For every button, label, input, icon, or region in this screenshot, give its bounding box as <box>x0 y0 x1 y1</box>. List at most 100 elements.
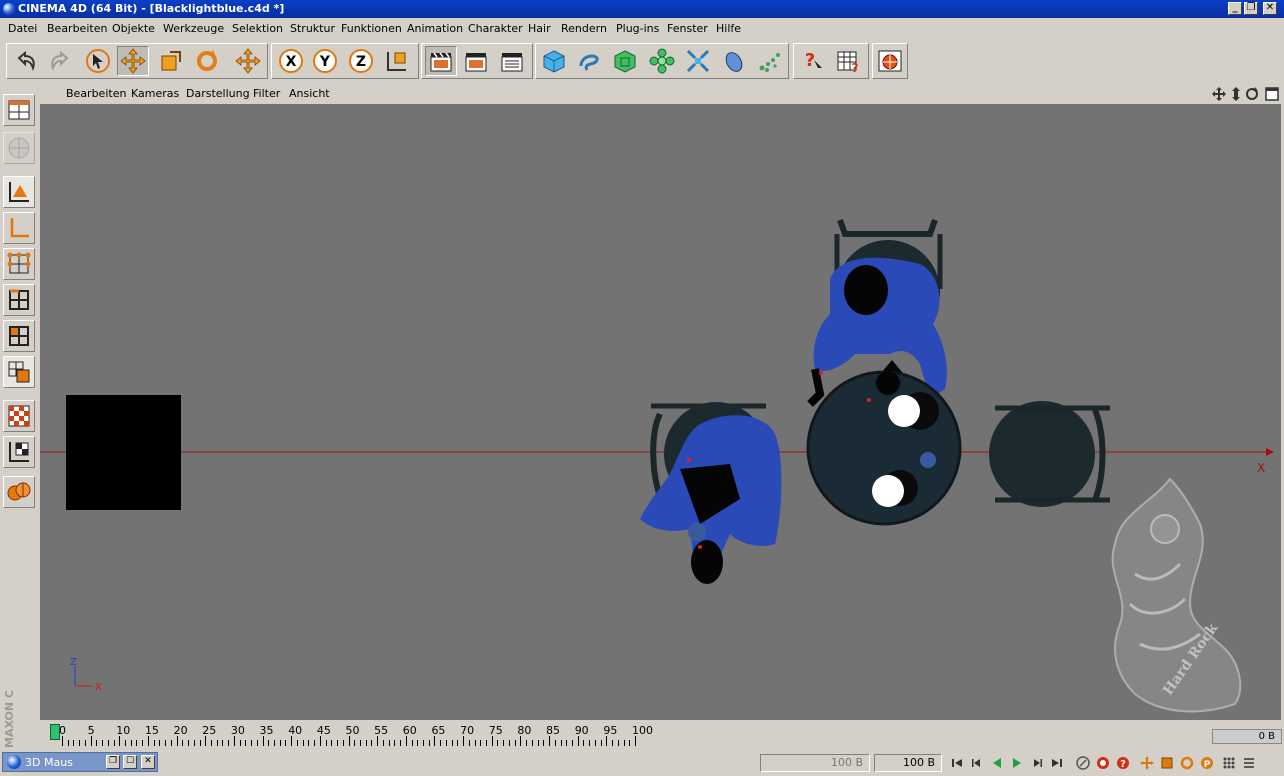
round-table[interactable] <box>806 370 962 526</box>
render-settings-button[interactable] <box>496 46 528 76</box>
auto-keying-button[interactable] <box>1094 754 1112 772</box>
3d-viewport[interactable]: X Hard Rock Z X <box>40 104 1281 720</box>
menu-hilfe[interactable]: Hilfe <box>716 22 741 35</box>
x-axis-lock-button[interactable]: X <box>275 46 307 76</box>
model-mode-button[interactable] <box>3 176 35 208</box>
cube-primitive-button[interactable] <box>538 46 570 76</box>
viewport-menu-darstellung[interactable]: Darstellung <box>186 87 250 100</box>
next-frame-button[interactable] <box>1028 754 1046 772</box>
menu-animation[interactable]: Animation <box>407 22 463 35</box>
spline-button[interactable] <box>574 46 606 76</box>
toolbar-group-render <box>421 43 533 79</box>
timeline-end-field[interactable]: 0 B <box>1212 729 1282 744</box>
environment-button[interactable] <box>718 46 750 76</box>
black-box-object[interactable] <box>66 395 181 510</box>
point-level-key-button[interactable] <box>1220 754 1238 772</box>
table-help-icon: ? <box>837 51 859 74</box>
object-mode-button[interactable] <box>3 132 35 164</box>
menu-plugins[interactable]: Plug-ins <box>616 22 659 35</box>
viewport-menu-ansicht[interactable]: Ansicht <box>289 87 330 100</box>
z-axis-lock-button[interactable]: Z <box>345 46 377 76</box>
timeline-tick <box>382 740 384 746</box>
render-view-button[interactable] <box>425 46 457 76</box>
menu-objekte[interactable]: Objekte <box>112 22 155 35</box>
viewport-menu-kameras[interactable]: Kameras <box>131 87 179 100</box>
parameter-key-button[interactable]: P <box>1198 754 1216 772</box>
play-backward-button[interactable] <box>988 754 1006 772</box>
texture-mode-button[interactable] <box>3 400 35 432</box>
timeline-ruler[interactable]: 0 5 10 15 20 25 30 35 40 45 50 55 60 65 70 75 80 85 90 95 10… <box>40 720 1284 748</box>
move-tool-button[interactable] <box>117 46 149 76</box>
web-browser-button[interactable] <box>874 46 906 76</box>
timeline-tick <box>62 736 63 746</box>
rotate-view-icon[interactable] <box>1246 87 1258 100</box>
nurbs-button[interactable] <box>609 46 641 76</box>
timeline-tick <box>176 736 178 746</box>
menu-hair[interactable]: Hair <box>528 22 551 35</box>
menu-charakter[interactable]: Charakter <box>468 22 523 35</box>
animation-mode-button[interactable] <box>3 476 35 508</box>
menu-werkzeuge[interactable]: Werkzeuge <box>163 22 224 35</box>
prev-frame-button[interactable] <box>968 754 986 772</box>
play-forward-button[interactable] <box>1008 754 1026 772</box>
redo-button[interactable] <box>44 46 76 76</box>
timeline-menu-button[interactable] <box>1240 754 1258 772</box>
polygons-mode-button[interactable] <box>3 320 35 352</box>
panel-maximize-button[interactable]: ☐ <box>123 755 137 769</box>
rotation-key-button[interactable] <box>1178 754 1196 772</box>
scale-tool-button[interactable] <box>155 46 187 76</box>
restore-button[interactable]: ❐ <box>1244 2 1258 15</box>
coordinate-system-button[interactable] <box>381 46 413 76</box>
timeline-tick <box>233 736 235 746</box>
uv-mode-button[interactable] <box>3 356 35 388</box>
record-keys-button[interactable] <box>1074 754 1092 772</box>
person-left[interactable] <box>640 415 782 584</box>
viewport-nav-controls[interactable] <box>1212 86 1284 102</box>
close-button[interactable]: ✕ <box>1263 2 1277 15</box>
menu-rendern[interactable]: Rendern <box>561 22 607 35</box>
timeline-tick <box>337 740 339 746</box>
panel-close-button[interactable]: ✕ <box>141 755 155 769</box>
live-selection-button[interactable] <box>82 46 114 76</box>
frame-field-2[interactable]: 100 B <box>874 754 942 772</box>
menu-bearbeiten[interactable]: Bearbeiten <box>47 22 107 35</box>
scale-key-button[interactable] <box>1158 754 1176 772</box>
goto-start-button[interactable] <box>948 754 966 772</box>
menu-fenster[interactable]: Fenster <box>667 22 708 35</box>
axis-mode-button[interactable] <box>3 212 35 244</box>
frame-field-1[interactable]: 100 B <box>760 754 870 772</box>
zoom-view-icon[interactable] <box>1232 87 1240 101</box>
array-button[interactable] <box>646 46 678 76</box>
help-table-button[interactable]: ? <box>832 46 864 76</box>
workplane-mode-button[interactable] <box>3 436 35 468</box>
3d-maus-panel[interactable]: 3D Maus ❐ ☐ ✕ <box>2 752 158 772</box>
menu-funktionen[interactable]: Funktionen <box>341 22 402 35</box>
menu-datei[interactable]: Datei <box>8 22 37 35</box>
menu-struktur[interactable]: Struktur <box>290 22 335 35</box>
y-axis-lock-button[interactable]: Y <box>309 46 341 76</box>
edges-mode-button[interactable] <box>3 284 35 316</box>
panel-restore-button[interactable]: ❐ <box>106 755 120 769</box>
viewport-menu-filter[interactable]: Filter <box>253 87 280 100</box>
goto-end-button[interactable] <box>1048 754 1066 772</box>
render-region-button[interactable] <box>460 46 492 76</box>
viewport-menu-bearbeiten[interactable]: Bearbeiten <box>66 87 126 100</box>
position-key-button[interactable] <box>1138 754 1156 772</box>
deformer-button[interactable] <box>682 46 714 76</box>
viewport-layout-button[interactable] <box>3 94 35 126</box>
left-palette <box>0 90 40 720</box>
maximize-view-icon[interactable] <box>1265 87 1279 101</box>
pan-view-icon[interactable] <box>1212 87 1226 101</box>
points-mode-button[interactable] <box>3 248 35 280</box>
particle-button[interactable] <box>754 46 786 76</box>
keyframe-help-button[interactable]: ? <box>1114 754 1132 772</box>
rotate-tool-button[interactable] <box>191 46 223 76</box>
undo-button[interactable] <box>10 46 42 76</box>
recent-tool-button[interactable] <box>232 46 264 76</box>
chair-right[interactable] <box>989 401 1110 507</box>
minimize-button[interactable]: _ <box>1228 2 1242 15</box>
help-button[interactable]: ? <box>797 46 829 76</box>
timeline-tick <box>84 740 86 746</box>
timeline-label: 20 <box>173 724 188 737</box>
menu-selektion[interactable]: Selektion <box>232 22 283 35</box>
